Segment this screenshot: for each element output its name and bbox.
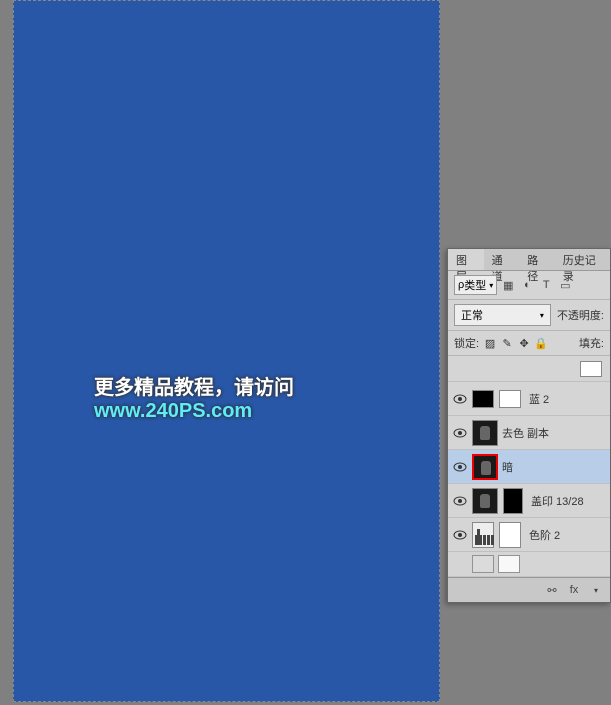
layer-fx-icon[interactable]: fx [566, 582, 582, 598]
chevron-down-icon: ▾ [489, 281, 493, 290]
layer-row[interactable]: 去色 副本 [448, 416, 610, 450]
layer-row[interactable] [448, 552, 610, 577]
visibility-toggle[interactable] [452, 425, 468, 441]
lock-all-icon[interactable]: 🔒 [534, 336, 548, 350]
layer-row[interactable]: 色阶 2 [448, 518, 610, 552]
tab-layers[interactable]: 图层 [448, 249, 484, 270]
layer-mask-thumb[interactable] [580, 361, 602, 377]
layer-name[interactable]: 色阶 2 [529, 527, 560, 543]
watermark-text: 更多精品教程，请访问 www.240PS.com [94, 371, 439, 423]
lock-row: 锁定: ▨ ✎ ✥ 🔒 填充: [448, 331, 610, 356]
watermark-url: www.240PS.com [94, 400, 252, 422]
layer-row[interactable]: 盖印 13/28 [448, 484, 610, 518]
layer-row-selected[interactable]: 暗 [448, 450, 610, 484]
layer-name[interactable]: 暗 [502, 459, 513, 475]
visibility-toggle[interactable] [452, 556, 468, 572]
blend-row: 正常 ▾ 不透明度: [448, 300, 610, 331]
tab-paths[interactable]: 路径 [519, 249, 555, 270]
visibility-toggle[interactable] [452, 459, 468, 475]
chevron-down-icon: ▾ [540, 311, 544, 320]
visibility-toggle[interactable] [452, 391, 468, 407]
visibility-toggle[interactable] [452, 527, 468, 543]
layer-name[interactable]: 盖印 13/28 [531, 493, 584, 509]
watermark-part1: 更多精品教程，请访问 [94, 377, 294, 399]
document-canvas[interactable]: 更多精品教程，请访问 www.240PS.com [13, 0, 440, 702]
blend-mode-value: 正常 [461, 307, 483, 323]
lock-position-icon[interactable]: ✥ [517, 336, 531, 350]
lock-label: 锁定: [454, 335, 479, 351]
layer-thumb[interactable] [472, 488, 498, 514]
opacity-label: 不透明度: [557, 307, 604, 323]
kind-label: 类型 [464, 277, 486, 293]
fill-label: 填充: [579, 335, 604, 351]
tab-history[interactable]: 历史记录 [555, 249, 610, 270]
layer-thumb[interactable] [472, 555, 494, 573]
layer-thumb[interactable] [472, 390, 494, 408]
layer-mask-thumb[interactable] [499, 390, 521, 408]
layer-thumb[interactable] [472, 454, 498, 480]
blend-mode-dropdown[interactable]: 正常 ▾ [454, 304, 551, 326]
layer-mask-thumb[interactable] [498, 555, 520, 573]
layer-mask-thumb[interactable] [499, 522, 521, 548]
adjustment-thumb[interactable] [472, 522, 494, 548]
layer-kind-dropdown[interactable]: ρ 类型 ▾ [454, 275, 497, 295]
lock-transparency-icon[interactable]: ▨ [483, 336, 497, 350]
layer-row[interactable]: 蓝 2 [448, 382, 610, 416]
link-layers-icon[interactable]: ⚯ [544, 582, 560, 598]
chevron-down-icon: ▾ [588, 582, 604, 598]
layer-thumb[interactable] [472, 420, 498, 446]
panel-tabs: 图层 通道 路径 历史记录 [448, 249, 610, 271]
filter-shape-icon[interactable]: ▭ [557, 277, 573, 293]
lock-icons: ▨ ✎ ✥ 🔒 [483, 336, 548, 350]
lock-pixels-icon[interactable]: ✎ [500, 336, 514, 350]
layer-name[interactable]: 去色 副本 [502, 425, 549, 441]
tab-channels[interactable]: 通道 [484, 249, 520, 270]
visibility-toggle[interactable] [452, 493, 468, 509]
layer-row[interactable] [448, 356, 610, 382]
layer-name[interactable]: 蓝 2 [529, 391, 549, 407]
panel-footer: ⚯ fx ▾ [448, 577, 610, 602]
layer-mask-thumb[interactable] [503, 488, 523, 514]
visibility-toggle[interactable] [452, 361, 468, 377]
filter-image-icon[interactable]: ▦ [500, 277, 516, 293]
filter-text-icon[interactable]: T [538, 277, 554, 293]
layers-list: 蓝 2 去色 副本 暗 盖印 13/28 色阶 2 [448, 356, 610, 577]
layers-panel: 图层 通道 路径 历史记录 ρ 类型 ▾ ▦ ◐ T ▭ 正常 ▾ 不透明度: … [447, 248, 611, 603]
filter-adjust-icon[interactable]: ◐ [519, 277, 535, 293]
